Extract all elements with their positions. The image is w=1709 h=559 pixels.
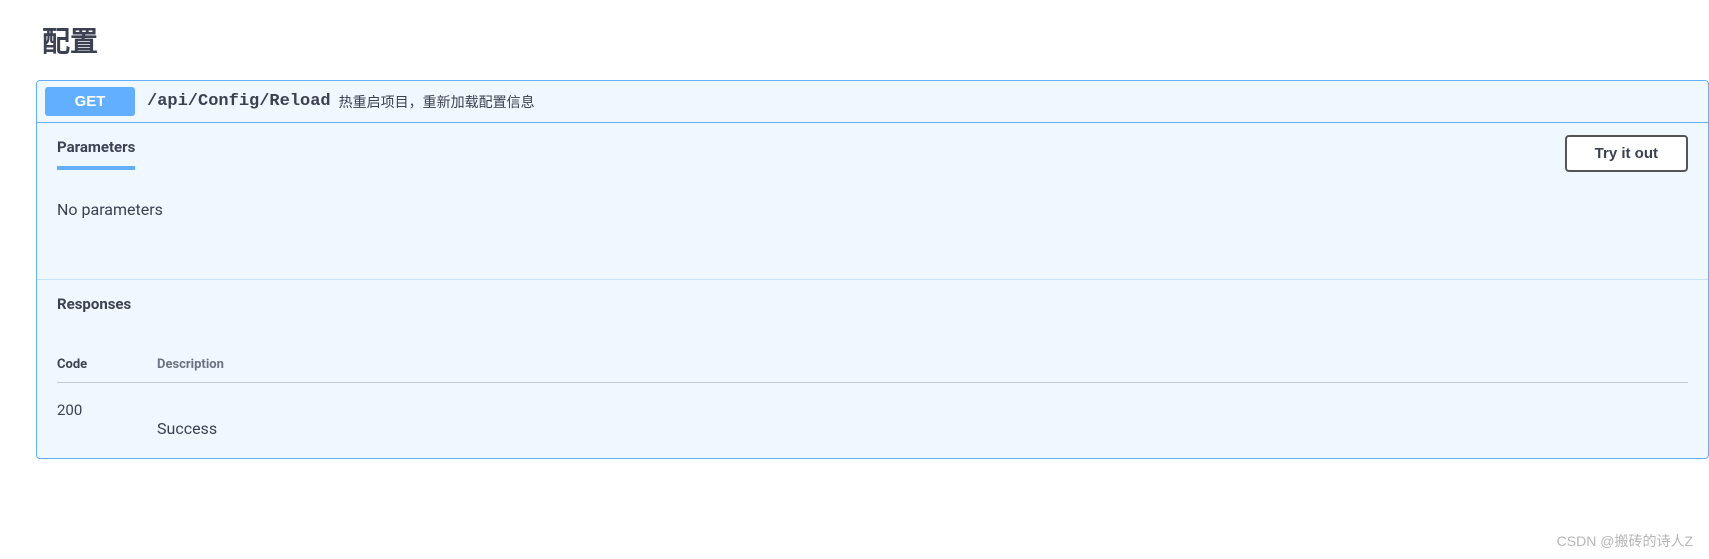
endpoint-body: Parameters Try it out No parameters Resp…: [37, 123, 1708, 458]
responses-section-header: Responses: [37, 279, 1708, 327]
no-parameters-text: No parameters: [37, 180, 1708, 279]
responses-table-header: Code Description: [57, 357, 1688, 383]
watermark-text: CSDN @搬砖的诗人Z: [1557, 531, 1693, 551]
endpoint-description: 热重启项目，重新加载配置信息: [339, 92, 535, 112]
parameters-tab[interactable]: Parameters: [57, 138, 135, 170]
parameters-section-header: Parameters Try it out: [37, 123, 1708, 180]
response-description: Success: [157, 401, 217, 438]
endpoint-path: /api/Config/Reload: [147, 92, 331, 111]
responses-table: Code Description 200 Success: [37, 327, 1708, 458]
responses-title: Responses: [57, 295, 131, 313]
section-title: 配置: [0, 0, 1709, 80]
try-it-out-button[interactable]: Try it out: [1565, 135, 1688, 172]
response-code: 200: [57, 401, 157, 438]
column-header-description: Description: [157, 357, 224, 372]
endpoint-header[interactable]: GET /api/Config/Reload 热重启项目，重新加载配置信息: [37, 81, 1708, 123]
column-header-code: Code: [57, 357, 157, 372]
endpoint-container: GET /api/Config/Reload 热重启项目，重新加载配置信息 Pa…: [36, 80, 1709, 459]
response-row: 200 Success: [57, 383, 1688, 438]
http-method-badge: GET: [45, 87, 135, 116]
